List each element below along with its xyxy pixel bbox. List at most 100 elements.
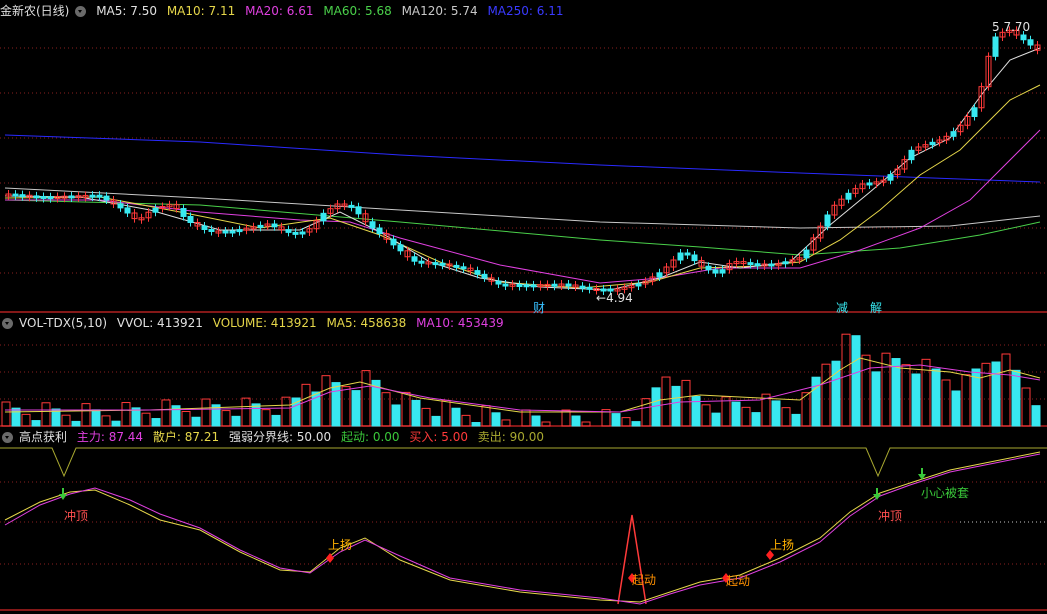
volume-bar (21, 413, 31, 427)
candle-body (747, 262, 754, 266)
volume-bar (671, 385, 681, 427)
volume-bar (741, 406, 751, 427)
volume-bar (41, 402, 51, 427)
candle-body (950, 131, 957, 137)
grid-lines (0, 47, 1047, 611)
candle-body (432, 262, 439, 266)
candle-body (474, 270, 481, 275)
event-label-jian[interactable]: 减 (836, 299, 848, 316)
candle-body (523, 284, 530, 288)
candle-body (754, 263, 761, 267)
volume-bar (921, 358, 931, 427)
signal-shangyang-1: 上扬 (328, 538, 353, 552)
volume-bar (221, 410, 231, 427)
candle-body (824, 214, 831, 227)
candle-body (803, 249, 810, 259)
candle-body (495, 280, 502, 285)
volume-bar (791, 413, 801, 427)
volume-bar (941, 379, 951, 427)
signal-chongding-1: 冲顶 (64, 509, 89, 523)
volume-bar (91, 409, 101, 427)
indicator-lines (0, 447, 1047, 605)
signal-shangyang-2: 上扬 (770, 538, 795, 552)
volume-bar (71, 420, 81, 427)
volume-bar (361, 370, 371, 427)
kline-ma-lines (4, 47, 1041, 291)
volume-bar (891, 358, 901, 427)
candle-body (565, 283, 572, 287)
candle-body (348, 204, 355, 208)
ma250-line (4, 134, 1041, 183)
candle-body (257, 224, 264, 228)
candle-body (369, 221, 376, 229)
event-label-jie[interactable]: 解 (870, 299, 882, 316)
volume-bar (31, 420, 41, 427)
candle-body (1020, 34, 1027, 41)
candle-body (439, 262, 446, 266)
candle-body (208, 229, 215, 232)
sell-level-line (0, 447, 1047, 478)
volume-bar (481, 405, 491, 427)
candle-body (236, 229, 243, 233)
candle-body (656, 272, 663, 278)
volume-bar (1001, 353, 1011, 427)
volume-bar (411, 399, 421, 427)
candle-body (89, 194, 96, 198)
candle-body (47, 196, 54, 200)
candle-body (320, 212, 327, 222)
candle-body (418, 260, 425, 264)
volume-bar (401, 391, 411, 427)
signal-qidong-2: 起动 (726, 574, 751, 588)
volume-bar (491, 412, 501, 427)
volume-bar (271, 414, 281, 427)
volume-bar (241, 397, 251, 427)
volume-bar (101, 415, 111, 427)
volume-bar (191, 416, 201, 427)
volume-bar (841, 333, 851, 427)
candle-body (782, 261, 789, 265)
volume-bar (501, 419, 511, 427)
candle-body (1027, 39, 1034, 46)
volume-bar (621, 417, 631, 427)
volume-bar (951, 390, 961, 427)
candle-body (929, 141, 936, 146)
volume-bar (181, 410, 191, 427)
ma5-line (4, 47, 1041, 291)
volume-bar (421, 407, 431, 427)
volume-bar (821, 363, 831, 427)
candle-body (12, 193, 19, 197)
volume-bar (331, 382, 341, 427)
candle-body (68, 195, 75, 199)
candle-body (411, 256, 418, 262)
signal-chongding-2: 冲顶 (878, 509, 903, 523)
volume-bar (961, 374, 971, 427)
volume-bar (321, 375, 331, 427)
buy-arrow-icon (59, 494, 67, 500)
buy-arrow-icon (918, 474, 926, 480)
candle-body (691, 254, 698, 262)
volume-bar (381, 392, 391, 427)
volume-bar (1, 401, 11, 427)
candle-body (271, 223, 278, 228)
signal-xiaoxin: 小心被套 (921, 486, 970, 500)
volume-bar (861, 354, 871, 427)
candle-body (908, 149, 915, 161)
candle-body (19, 194, 26, 198)
candle-body (845, 192, 852, 200)
high-price-label: 5 7.70 (992, 20, 1031, 34)
volume-bar (641, 398, 651, 427)
candle-body (971, 107, 978, 117)
volume-bar (161, 399, 171, 427)
candle-body (285, 229, 292, 233)
candle-body (635, 283, 642, 287)
volume-bar (441, 399, 451, 427)
candle-body (33, 195, 40, 199)
event-label-cai[interactable]: 财 (533, 299, 545, 316)
volume-bar (711, 412, 721, 427)
volume-bar (811, 376, 821, 427)
candle-body (201, 225, 208, 230)
candle-body (152, 207, 159, 213)
volume-bar (391, 404, 401, 427)
volume-bar (901, 364, 911, 427)
volume-bar (771, 400, 781, 427)
